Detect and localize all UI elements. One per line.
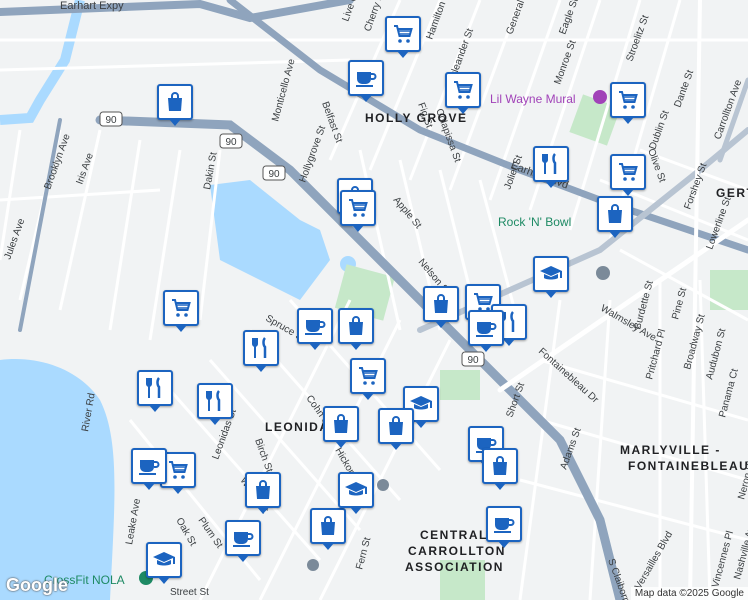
bag-icon: [163, 90, 187, 114]
map-pin-cup[interactable]: [486, 506, 522, 542]
map-pin-bag[interactable]: [423, 286, 459, 322]
svg-text:Lil Wayne Mural: Lil Wayne Mural: [490, 92, 576, 106]
map-pin-cart[interactable]: [163, 290, 199, 326]
poi-rock-n-bowl[interactable]: Rock 'N' Bowl: [498, 215, 571, 229]
area-label: ASSOCIATION: [405, 560, 504, 574]
svg-text:90: 90: [268, 169, 280, 180]
map-pin-cart[interactable]: [340, 190, 376, 226]
route-shield: 90: [219, 133, 243, 149]
cup-icon: [231, 526, 255, 550]
cup-icon: [137, 454, 161, 478]
cart-icon: [356, 364, 380, 388]
bag-icon: [488, 454, 512, 478]
area-label: FONTAINEBLEAU: [628, 459, 748, 473]
area-label: CENTRAL: [420, 528, 488, 542]
map-attribution[interactable]: Map data ©2025 Google: [630, 587, 748, 600]
restaurant-icon: [249, 336, 273, 360]
cart-icon: [616, 160, 640, 184]
restaurant-icon: [539, 152, 563, 176]
map-pin-bag[interactable]: [323, 406, 359, 442]
area-label: GERT: [716, 186, 748, 200]
restaurant-icon: [143, 376, 167, 400]
cart-icon: [346, 196, 370, 220]
map-pin-school[interactable]: [146, 542, 182, 578]
map-pin-cart[interactable]: [610, 154, 646, 190]
school-icon: [344, 478, 368, 502]
svg-text:90: 90: [467, 355, 479, 366]
map-pin-restaurant[interactable]: [533, 146, 569, 182]
cup-icon: [354, 66, 378, 90]
bag-icon: [429, 292, 453, 316]
google-logo: Google: [6, 575, 68, 595]
area-label: HOLLY GROVE: [365, 111, 468, 125]
cart-icon: [616, 88, 640, 112]
map-pin-bag[interactable]: [338, 308, 374, 344]
route-shield: 90: [461, 351, 485, 367]
map-pin-restaurant[interactable]: [197, 383, 233, 419]
svg-text:90: 90: [105, 115, 117, 126]
area-label: MARLYVILLE -: [620, 443, 721, 457]
bag-icon: [316, 514, 340, 538]
map-pin-cart[interactable]: [385, 16, 421, 52]
svg-text:90: 90: [225, 137, 237, 148]
svg-text:Street St: Street St: [170, 587, 209, 598]
map-pin-cup[interactable]: [468, 310, 504, 346]
school-icon: [152, 548, 176, 572]
map-pin-bag[interactable]: [157, 84, 193, 120]
map-pin-school[interactable]: [533, 256, 569, 292]
map-pin-cart[interactable]: [445, 72, 481, 108]
map-pin-cup[interactable]: [131, 448, 167, 484]
cup-icon: [492, 512, 516, 536]
map-pin-restaurant[interactable]: [137, 370, 173, 406]
map-pin-bag[interactable]: [482, 448, 518, 484]
cart-icon: [391, 22, 415, 46]
bag-icon: [344, 314, 368, 338]
map-pin-restaurant[interactable]: [243, 330, 279, 366]
highway-label: Earhart Expy: [60, 0, 124, 12]
bag-icon: [329, 412, 353, 436]
cart-icon: [169, 296, 193, 320]
school-icon: [539, 262, 563, 286]
svg-text:Rock 'N' Bowl: Rock 'N' Bowl: [498, 215, 571, 229]
map-pin-cart[interactable]: [610, 82, 646, 118]
bag-icon: [384, 414, 408, 438]
cup-icon: [303, 314, 327, 338]
map-pin-cup[interactable]: [225, 520, 261, 556]
bag-icon: [603, 202, 627, 226]
map-pin-bag[interactable]: [245, 472, 281, 508]
cart-icon: [451, 78, 475, 102]
map-pin-cup[interactable]: [297, 308, 333, 344]
map-pin-bag[interactable]: [310, 508, 346, 544]
area-label: CARROLLTON: [408, 544, 506, 558]
route-shield: 90: [262, 165, 286, 181]
map-pin-cart[interactable]: [350, 358, 386, 394]
cup-icon: [474, 316, 498, 340]
route-shield: 90: [99, 111, 123, 127]
map-pin-school[interactable]: [338, 472, 374, 508]
cart-icon: [166, 458, 190, 482]
map-pin-bag[interactable]: [378, 408, 414, 444]
restaurant-icon: [203, 389, 227, 413]
bag-icon: [251, 478, 275, 502]
map-pin-bag[interactable]: [597, 196, 633, 232]
map-pin-cup[interactable]: [348, 60, 384, 96]
